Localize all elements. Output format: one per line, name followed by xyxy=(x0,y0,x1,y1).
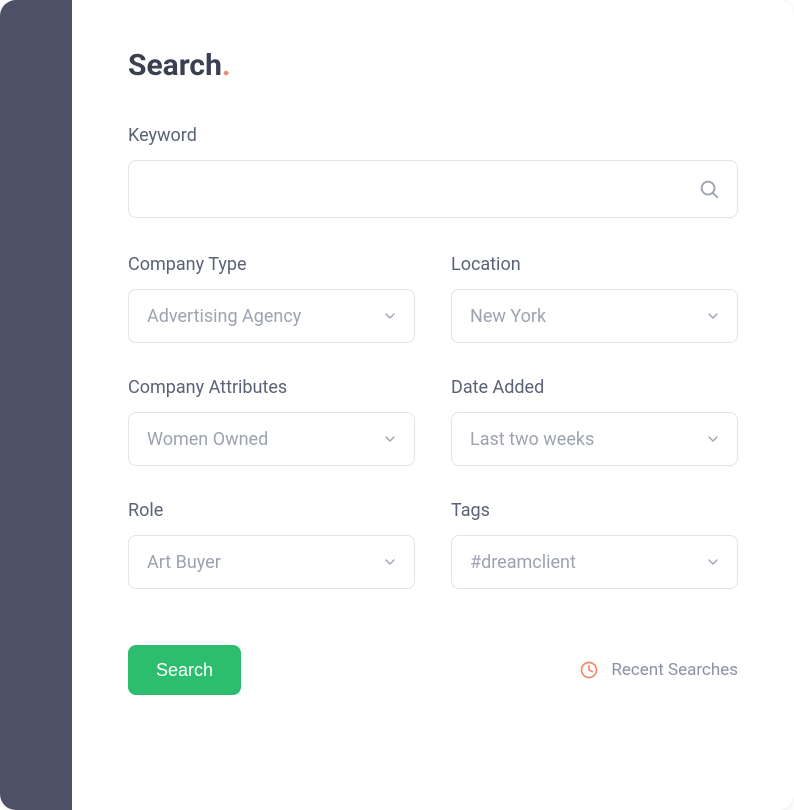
chevron-down-icon xyxy=(705,308,721,324)
page-title: Search. xyxy=(128,48,738,83)
role-label: Role xyxy=(128,500,415,521)
sidebar xyxy=(0,0,72,810)
date-added-label: Date Added xyxy=(451,377,738,398)
date-added-value: Last two weeks xyxy=(470,429,594,450)
chevron-down-icon xyxy=(382,554,398,570)
company-attributes-select[interactable]: Women Owned xyxy=(128,412,415,466)
title-dot: . xyxy=(222,48,231,83)
date-added-select[interactable]: Last two weeks xyxy=(451,412,738,466)
keyword-field-group: Keyword xyxy=(128,125,738,218)
chevron-down-icon xyxy=(382,308,398,324)
chevron-down-icon xyxy=(705,431,721,447)
date-added-field-group: Date Added Last two weeks xyxy=(451,377,738,466)
chevron-down-icon xyxy=(382,431,398,447)
location-label: Location xyxy=(451,254,738,275)
clock-icon xyxy=(579,660,599,680)
location-select[interactable]: New York xyxy=(451,289,738,343)
chevron-down-icon xyxy=(705,554,721,570)
company-type-select[interactable]: Advertising Agency xyxy=(128,289,415,343)
recent-searches-link[interactable]: Recent Searches xyxy=(579,660,738,680)
title-text: Search xyxy=(128,48,222,83)
role-field-group: Role Art Buyer xyxy=(128,500,415,589)
role-select[interactable]: Art Buyer xyxy=(128,535,415,589)
company-attributes-value: Women Owned xyxy=(147,429,268,450)
role-value: Art Buyer xyxy=(147,552,221,573)
keyword-input[interactable] xyxy=(128,160,738,218)
location-field-group: Location New York xyxy=(451,254,738,343)
company-attributes-label: Company Attributes xyxy=(128,377,415,398)
search-button[interactable]: Search xyxy=(128,645,241,695)
keyword-label: Keyword xyxy=(128,125,738,146)
tags-field-group: Tags #dreamclient xyxy=(451,500,738,589)
recent-searches-label: Recent Searches xyxy=(611,660,738,680)
company-attributes-field-group: Company Attributes Women Owned xyxy=(128,377,415,466)
company-type-field-group: Company Type Advertising Agency xyxy=(128,254,415,343)
tags-value: #dreamclient xyxy=(470,552,576,573)
company-type-label: Company Type xyxy=(128,254,415,275)
search-panel: Search. Keyword Company Type Advertising… xyxy=(72,0,794,810)
company-type-value: Advertising Agency xyxy=(147,306,301,327)
tags-label: Tags xyxy=(451,500,738,521)
tags-select[interactable]: #dreamclient xyxy=(451,535,738,589)
location-value: New York xyxy=(470,306,546,327)
